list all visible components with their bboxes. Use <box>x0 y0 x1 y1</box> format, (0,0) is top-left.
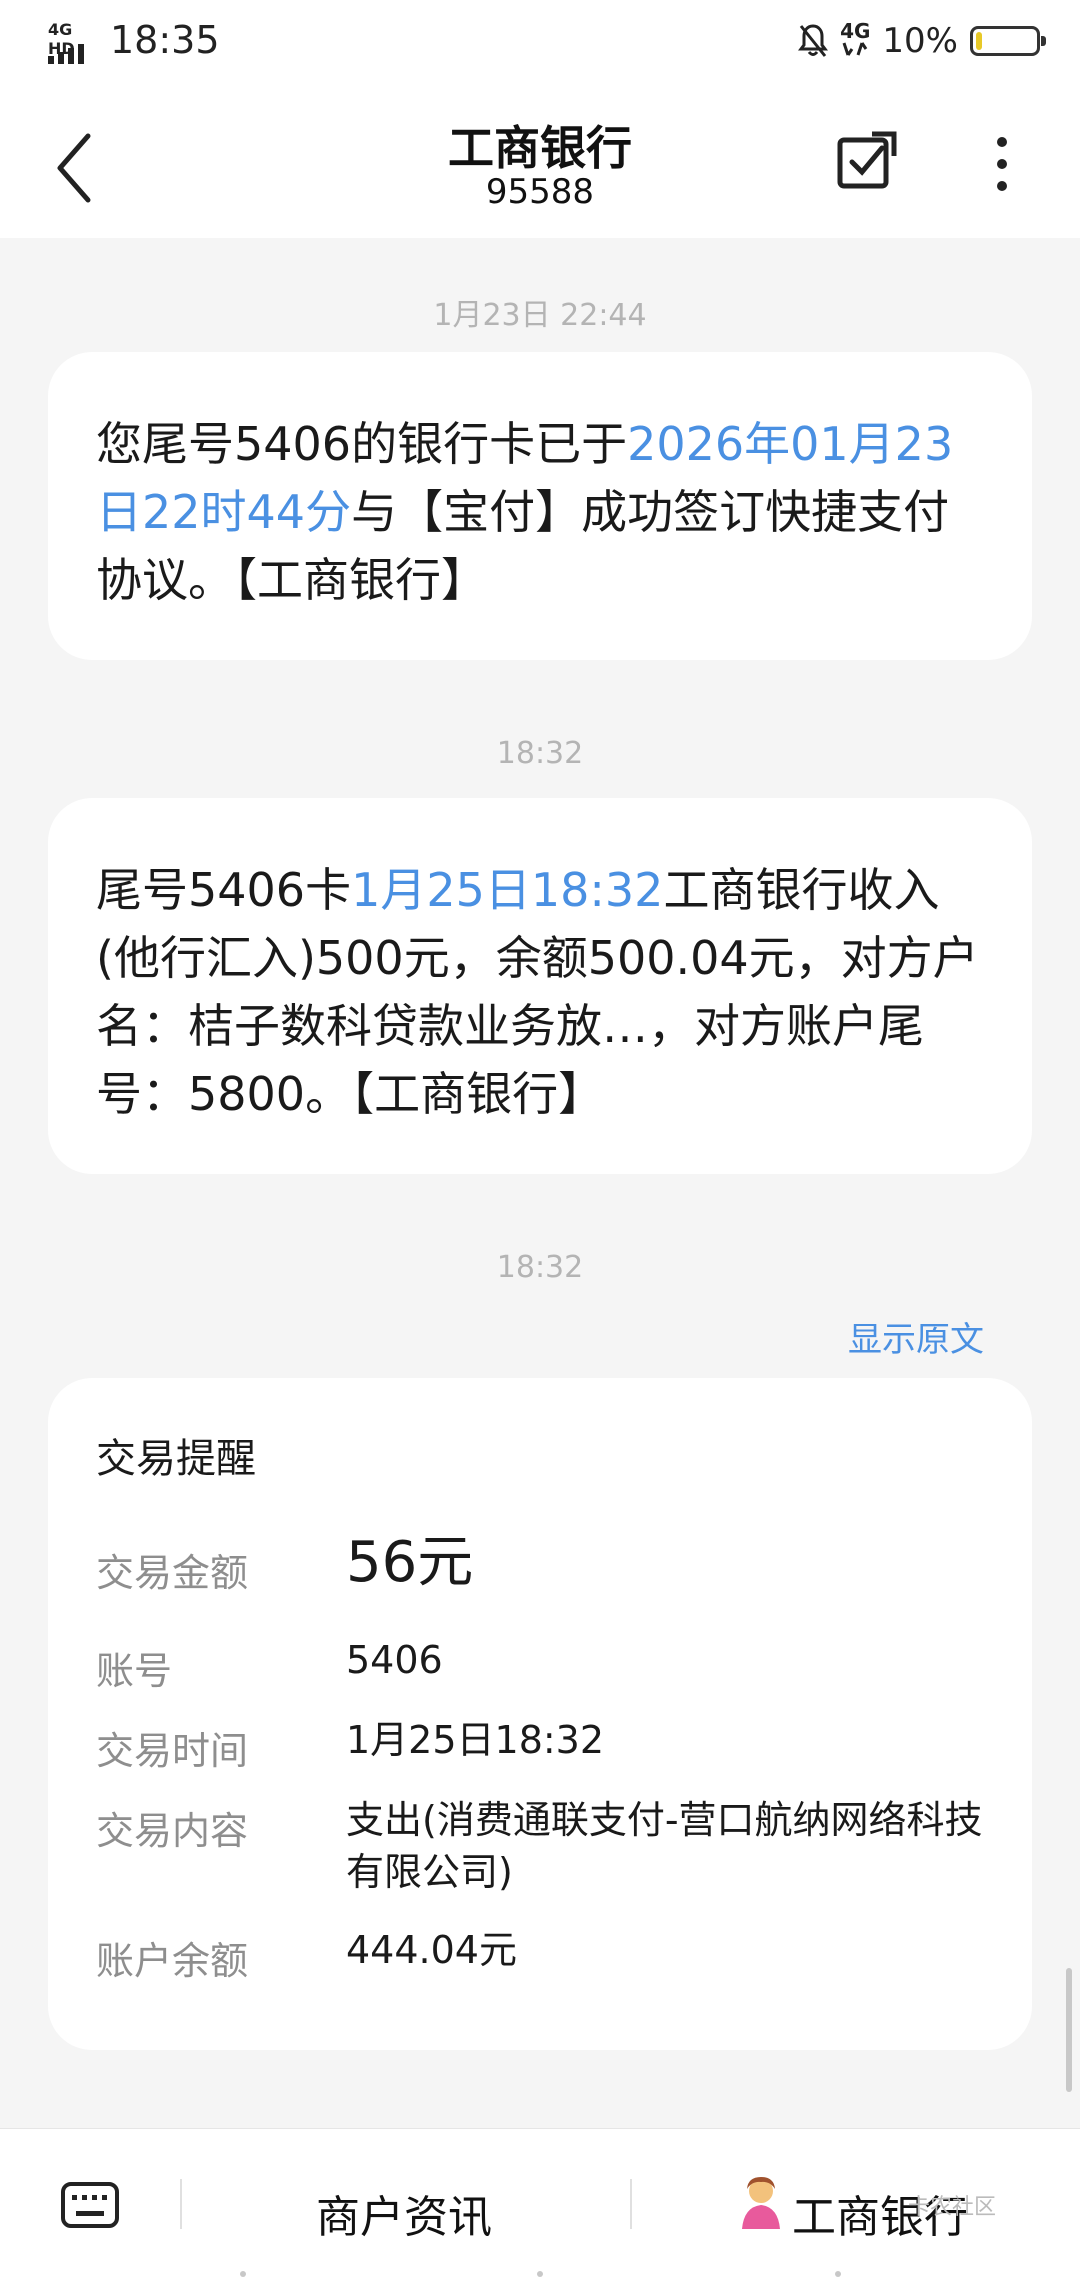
time-value: 1月25日18:32 <box>346 1718 605 1762</box>
more-vertical-icon[interactable] <box>990 134 1014 194</box>
amount-value: 56元 <box>346 1530 474 1595</box>
message-bubble[interactable]: 您尾号5406的银行卡已于2026年01月23日22时44分与【宝付】成功签订快… <box>48 352 1032 660</box>
person-emoji-icon <box>742 2177 780 2229</box>
balance-value: 444.04元 <box>346 1928 517 1972</box>
account-label: 账号 <box>96 1649 173 1693</box>
message-text: 您尾号5406的银行卡已于2026年01月23日22时44分与【宝付】成功签订快… <box>96 417 954 607</box>
account-value: 5406 <box>346 1638 443 1682</box>
show-original-link[interactable]: 显示原文 <box>848 1312 984 1361</box>
contact-number: 95588 <box>485 172 595 212</box>
content-label: 交易内容 <box>96 1809 249 1853</box>
transaction-card[interactable]: 交易提醒 交易金额 56元 账号 5406 交易时间 1月25日18:32 交易… <box>48 1378 1032 2050</box>
menu-divider <box>630 2179 632 2229</box>
menu-merchant-info[interactable]: 商户资讯 <box>316 2181 492 2245</box>
status-bar: 4G HD 18:35 4G 10% <box>0 0 1080 88</box>
date-link[interactable]: 1月25日18:32 <box>351 863 663 917</box>
message-timestamp: 18:32 <box>496 1250 584 1285</box>
network-signal-icon: 4G HD <box>48 20 100 64</box>
time-label: 交易时间 <box>96 1729 249 1773</box>
message-text: 尾号5406卡1月25日18:32工商银行收入(他行汇入)500元，余额500.… <box>96 863 979 1121</box>
battery-percent: 10% <box>882 21 958 61</box>
mobile-data-icon: 4G <box>840 21 870 61</box>
contact-name: 工商银行 <box>448 121 632 175</box>
watermark-text: 卡农社区 <box>908 2195 997 2220</box>
message-bubble[interactable]: 尾号5406卡1月25日18:32工商银行收入(他行汇入)500元，余额500.… <box>48 798 1032 1174</box>
message-timestamp: 18:32 <box>496 736 584 771</box>
balance-label: 账户余额 <box>96 1939 249 1983</box>
amount-label: 交易金额 <box>96 1551 249 1595</box>
status-time: 18:35 <box>110 18 220 62</box>
conversation-header: 工商银行 95588 <box>0 88 1080 238</box>
keyboard-icon[interactable] <box>60 2181 120 2229</box>
page-dot <box>835 2271 841 2277</box>
scrollbar-thumb[interactable] <box>1066 1968 1072 2092</box>
battery-icon <box>970 26 1046 56</box>
card-title: 交易提醒 <box>96 1436 256 1482</box>
silent-bell-icon <box>798 24 829 57</box>
bottom-menu-bar: 商户资讯 工商银行 卡农社区 <box>0 2128 1080 2281</box>
page-dot <box>537 2271 543 2277</box>
content-value: 支出(消费通联支付-营口航纳网络科技有限公司) <box>346 1798 983 1894</box>
battery-level-fill <box>976 32 982 50</box>
page-dot <box>240 2271 246 2277</box>
message-timestamp: 1月23日 22:44 <box>433 298 647 333</box>
select-checkbox-icon[interactable] <box>836 128 900 192</box>
menu-divider <box>180 2179 182 2229</box>
